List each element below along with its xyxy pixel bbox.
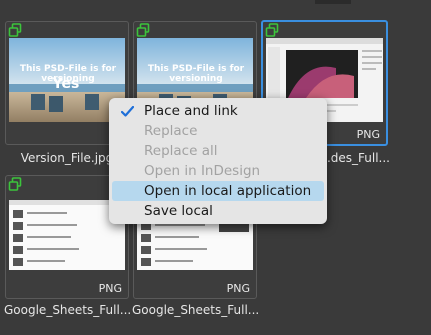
thumbnail-image: This PSD-File is for versioning Yes: [9, 38, 125, 122]
menu-item-label: Open in InDesign: [144, 163, 261, 179]
menu-item-label: Open in local application: [144, 183, 312, 199]
tile-caption: Google_Sheets_Full...: [132, 303, 258, 317]
menu-item-replace: Replace: [112, 121, 324, 141]
file-format-label: PNG: [226, 282, 250, 295]
thumbnail-subtext: Yes: [52, 76, 80, 92]
menu-item-label: Save local: [144, 203, 213, 219]
menu-item-open-in-local-application[interactable]: Open in local application: [112, 181, 324, 201]
file-format-label: PNG: [356, 128, 380, 141]
menu-item-place-and-link[interactable]: Place and link: [112, 101, 324, 121]
link-badge-icon: [8, 177, 22, 191]
menu-item-open-in-indesign: Open in InDesign: [112, 161, 324, 181]
menu-item-replace-all: Replace all: [112, 141, 324, 161]
menu-item-label: Place and link: [144, 103, 238, 119]
menu-item-label: Replace all: [144, 143, 218, 159]
thumbnail-image: [9, 200, 125, 270]
menu-item-label: Replace: [144, 123, 198, 139]
link-badge-icon: [8, 23, 22, 37]
top-strip: [315, 0, 351, 4]
link-badge-icon: [136, 23, 150, 37]
context-menu: Place and link Replace Replace all Open …: [109, 98, 327, 224]
file-format-label: PNG: [98, 282, 122, 295]
tile-caption: Google_Sheets_Full...: [4, 303, 130, 317]
checkmark-icon: [121, 106, 134, 117]
link-badge-icon: [265, 23, 279, 37]
thumbnail-text: This PSD-File is for versioning: [147, 64, 245, 84]
menu-item-save-local[interactable]: Save local: [112, 201, 324, 221]
